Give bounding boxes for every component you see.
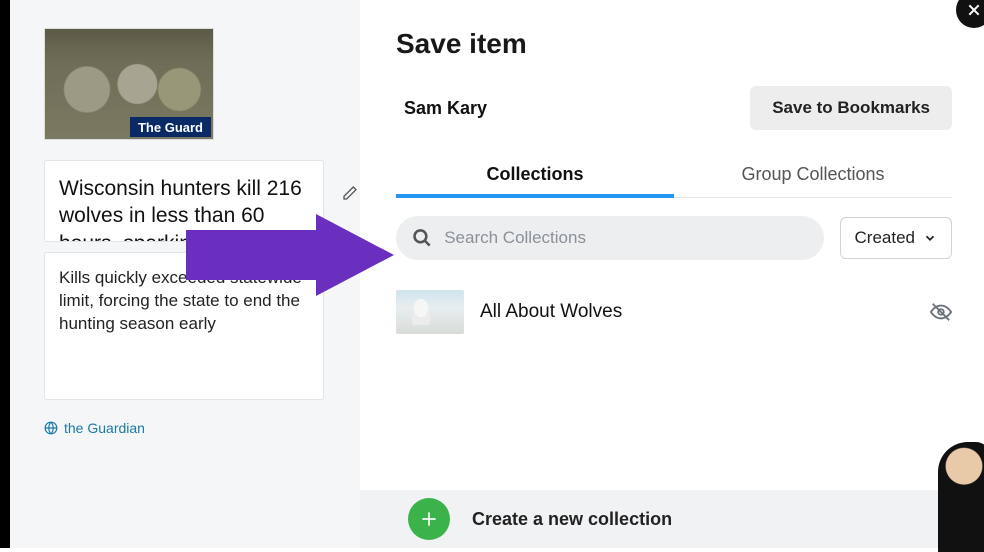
create-collection-label[interactable]: Create a new collection: [472, 509, 672, 530]
close-icon: [966, 2, 982, 18]
create-collection-button[interactable]: [408, 498, 450, 540]
save-to-bookmarks-button[interactable]: Save to Bookmarks: [750, 86, 952, 130]
presenter-overlay: [938, 442, 984, 552]
sort-label: Created: [855, 228, 915, 248]
search-icon: [412, 227, 432, 249]
left-panel: The Guard Wisconsin hunters kill 216 wol…: [0, 0, 360, 548]
source-label: the Guardian: [64, 420, 145, 436]
collection-name: All About Wolves: [480, 301, 914, 323]
plus-icon: [419, 509, 439, 529]
thumbnail-source-badge: The Guard: [130, 117, 211, 137]
chevron-down-icon: [923, 231, 937, 245]
globe-icon: [44, 421, 58, 435]
tab-collections[interactable]: Collections: [396, 152, 674, 197]
save-dialog: Save item Sam Kary Save to Bookmarks Col…: [360, 0, 984, 548]
search-collections-wrap[interactable]: [396, 216, 824, 260]
pencil-icon: [342, 185, 358, 201]
collection-thumbnail: [396, 290, 464, 334]
tabs: Collections Group Collections: [396, 152, 952, 198]
footer-bar: Create a new collection: [360, 490, 984, 548]
tab-group-collections[interactable]: Group Collections: [674, 152, 952, 197]
article-description-field[interactable]: Kills quickly exceeded statewide limit, …: [44, 252, 324, 400]
sort-dropdown[interactable]: Created: [840, 217, 952, 259]
owner-name: Sam Kary: [396, 98, 487, 119]
search-collections-input[interactable]: [444, 228, 807, 248]
article-thumbnail: The Guard: [44, 28, 214, 140]
source-link[interactable]: the Guardian: [44, 420, 338, 436]
collection-item[interactable]: All About Wolves: [396, 290, 952, 334]
article-title-field[interactable]: Wisconsin hunters kill 216 wolves in les…: [44, 160, 324, 242]
dialog-heading: Save item: [396, 28, 952, 60]
visibility-off-icon: [930, 301, 952, 323]
